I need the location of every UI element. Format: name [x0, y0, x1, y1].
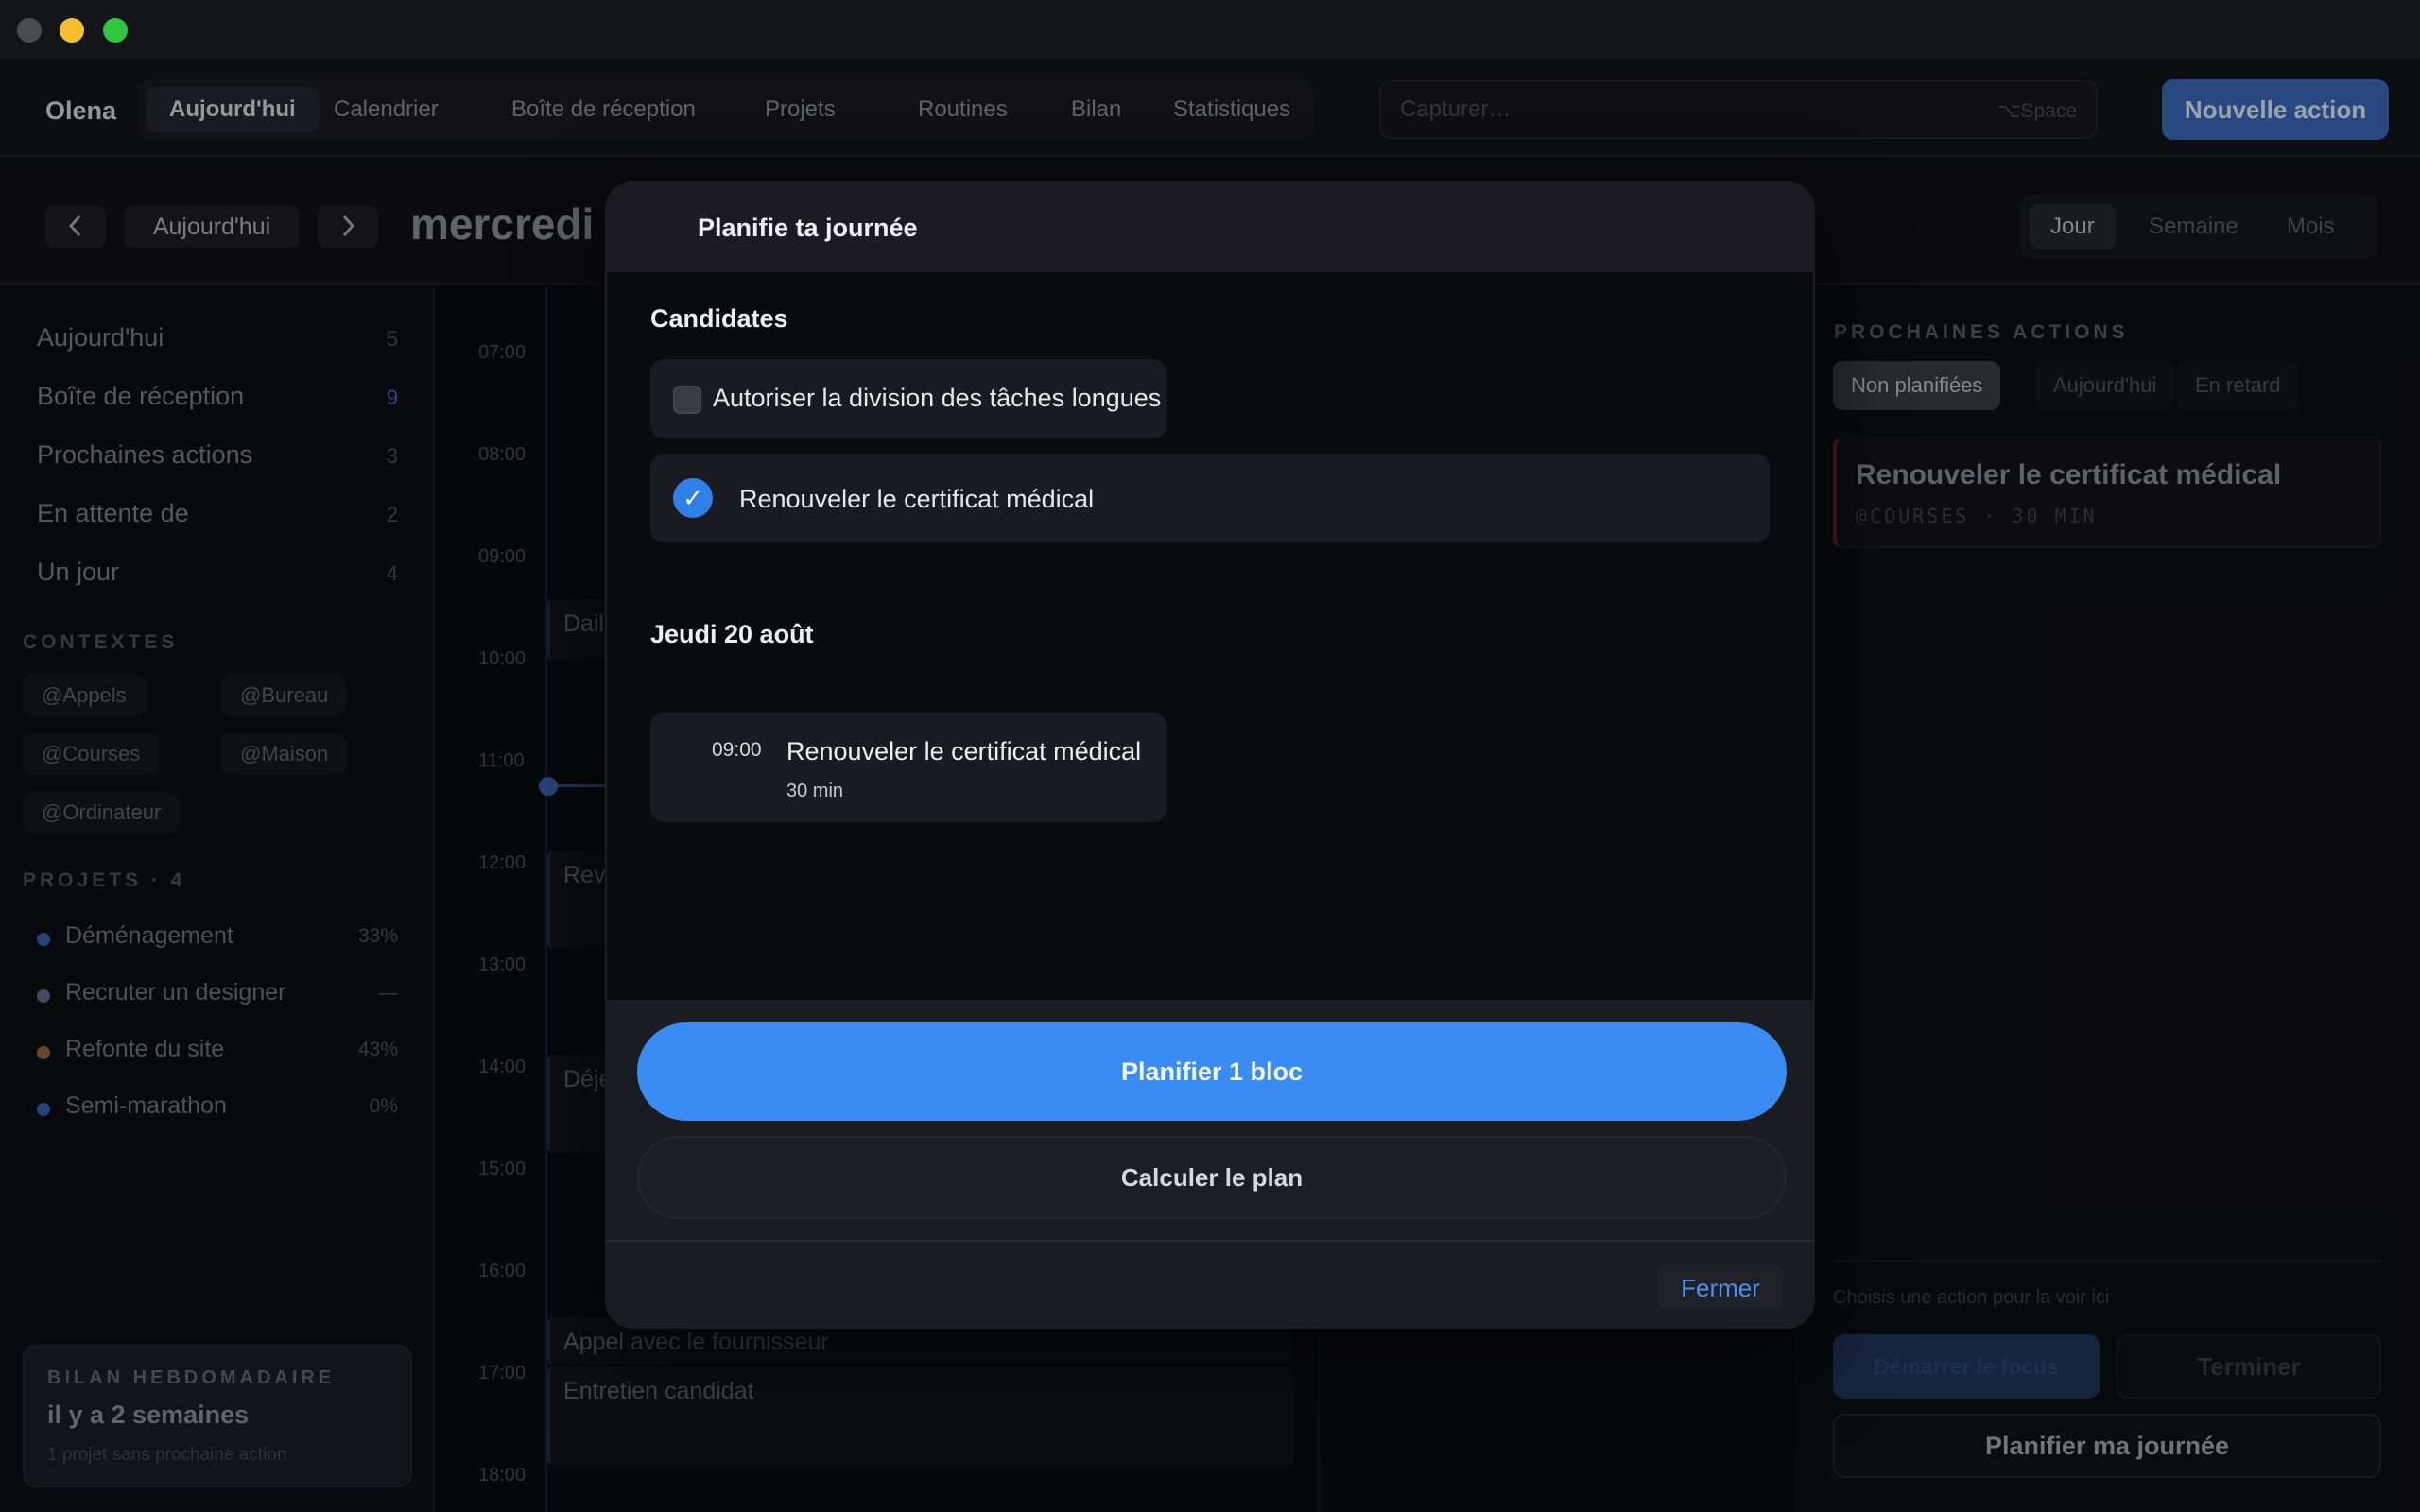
- block-time: 09:00: [712, 739, 762, 761]
- allow-split-checkbox[interactable]: [673, 386, 701, 414]
- block-duration: 30 min: [786, 781, 844, 801]
- block-title: Renouveler le certificat médical: [786, 737, 1142, 765]
- plan-day-modal: Planifie ta journée Candidates Autoriser…: [605, 181, 1815, 1329]
- candidate-item[interactable]: ✓ Renouveler le certificat médical: [650, 454, 1770, 542]
- allow-split-toggle[interactable]: Autoriser la division des tâches longues: [650, 359, 1167, 438]
- modal-header: Planifie ta journée: [607, 183, 1813, 272]
- planned-block[interactable]: 09:00 Renouveler le certificat médical 3…: [650, 713, 1167, 822]
- modal-title: Planifie ta journée: [698, 214, 918, 242]
- close-window-button[interactable]: [17, 18, 42, 43]
- maximize-window-button[interactable]: [103, 18, 128, 43]
- compute-plan-button[interactable]: Calculer le plan: [637, 1136, 1787, 1219]
- close-modal-button[interactable]: Fermer: [1658, 1264, 1783, 1312]
- minimize-window-button[interactable]: [60, 18, 84, 43]
- candidates-title: Candidates: [650, 304, 788, 333]
- window-titlebar: [0, 0, 2420, 59]
- candidate-label: Renouveler le certificat médical: [739, 485, 1095, 513]
- footer-divider: [607, 1240, 1813, 1242]
- allow-split-label: Autoriser la division des tâches longues: [713, 384, 1162, 412]
- schedule-blocks-button[interactable]: Planifier 1 bloc: [637, 1022, 1787, 1121]
- day-title: Jeudi 20 août: [650, 620, 814, 648]
- checkmark-icon[interactable]: ✓: [673, 478, 713, 518]
